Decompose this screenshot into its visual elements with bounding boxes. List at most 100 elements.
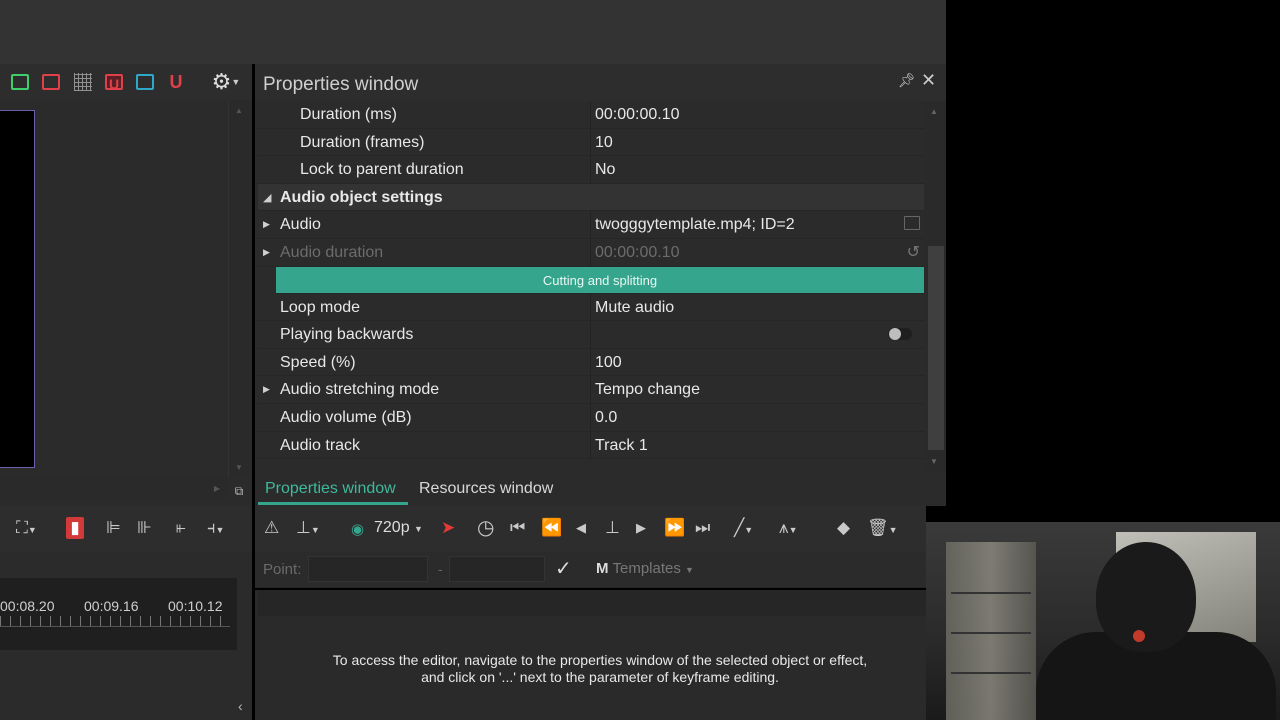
- property-label: Loop mode: [280, 298, 361, 316]
- delete-icon[interactable]: 🗑︎▼: [867, 517, 898, 541]
- snap-left-icon[interactable]: ⫦: [176, 517, 186, 539]
- rectangle-cyan-icon[interactable]: [133, 70, 157, 94]
- webcam-overlay: [926, 522, 1280, 720]
- scroll-right-icon[interactable]: ▶: [214, 484, 220, 493]
- scroll-down-icon[interactable]: ▼: [235, 463, 243, 472]
- collapse-left-icon[interactable]: ‹: [238, 698, 243, 714]
- resolution-select[interactable]: 720p ▼: [374, 519, 423, 537]
- reset-icon[interactable]: ↺: [907, 242, 920, 262]
- stamp-icon[interactable]: ⊥▼: [296, 517, 320, 541]
- property-value[interactable]: 10: [595, 134, 613, 152]
- align-left-icon[interactable]: ⊫: [106, 517, 121, 539]
- tab-resources-window[interactable]: Resources window: [419, 480, 553, 498]
- playing-backwards-toggle[interactable]: [888, 328, 912, 341]
- scroll-down-icon[interactable]: ▼: [930, 457, 938, 466]
- property-row-audio[interactable]: ▶ Audio twogggytemplate.mp4; ID=2: [258, 211, 924, 239]
- property-label: Audio volume (dB): [280, 408, 412, 426]
- tab-properties-window[interactable]: Properties window: [265, 480, 396, 498]
- property-value[interactable]: 0.0: [595, 409, 617, 427]
- razor-icon[interactable]: ▮: [66, 517, 84, 539]
- property-value[interactable]: 00:00:00.10: [595, 106, 680, 124]
- resolution-value: 720p: [374, 519, 410, 536]
- property-row-lock-to-parent[interactable]: Lock to parent duration No: [258, 156, 924, 184]
- property-label: Playing backwards: [280, 326, 414, 344]
- section-label: Audio object settings: [280, 188, 443, 206]
- eye-icon[interactable]: ◉: [351, 520, 364, 538]
- section-audio-object-settings[interactable]: ◢ Audio object settings: [258, 183, 924, 212]
- property-row-loop-mode[interactable]: Loop mode Mute audio: [258, 293, 924, 322]
- editor-hint: To access the editor, navigate to the pr…: [270, 652, 930, 686]
- property-row-audio-volume[interactable]: Audio volume (dB) 0.0: [258, 403, 924, 432]
- property-row-duration-ms[interactable]: Duration (ms) 00:00:00.10: [258, 101, 924, 129]
- preview-horizontal-scrollbar[interactable]: ▶: [0, 478, 228, 500]
- collapse-triangle-icon[interactable]: ◢: [263, 191, 271, 204]
- ruler-tick-label: 00:10.12: [168, 598, 223, 614]
- keyframe-marker-icon[interactable]: ⊥: [605, 517, 620, 539]
- property-value[interactable]: twogggytemplate.mp4; ID=2: [595, 216, 795, 234]
- property-row-audio-stretching-mode[interactable]: ▶ Audio stretching mode Tempo change: [258, 376, 924, 404]
- rectangle-red-icon[interactable]: [39, 70, 63, 94]
- property-value[interactable]: 100: [595, 354, 622, 372]
- keyframe-editor-strip: [258, 590, 926, 616]
- clock-icon[interactable]: ◷: [477, 517, 494, 539]
- rectangle-green-icon[interactable]: [8, 70, 32, 94]
- check-icon[interactable]: ✓: [555, 556, 572, 581]
- timeline-ruler[interactable]: [0, 578, 237, 650]
- top-bar: [0, 0, 946, 64]
- expand-arrow-icon[interactable]: ▶: [263, 247, 270, 258]
- expand-arrow-icon[interactable]: ▶: [263, 384, 270, 395]
- layout-tree-icon[interactable]: ⛶▼: [16, 517, 37, 541]
- property-label: Audio track: [280, 436, 361, 454]
- settings-gear-icon[interactable]: ⚙ ▼: [204, 70, 248, 94]
- ruler-baseline: [0, 626, 230, 627]
- curve-icon[interactable]: ⩚▼: [779, 517, 798, 541]
- folder-icon[interactable]: [904, 216, 920, 231]
- property-value[interactable]: Tempo change: [595, 381, 700, 399]
- popout-icon[interactable]: ⧉: [228, 480, 250, 502]
- fast-forward-icon[interactable]: ⏩: [664, 517, 685, 539]
- point-value-input[interactable]: [449, 556, 545, 582]
- property-row-playing-backwards[interactable]: Playing backwards: [258, 321, 924, 349]
- property-grid: Duration (ms) 00:00:00.10 Duration (fram…: [258, 101, 924, 460]
- templates-icon: M: [596, 560, 609, 577]
- property-value[interactable]: Track 1: [595, 437, 648, 455]
- line-draw-icon[interactable]: ╱▼: [734, 517, 753, 541]
- anchor-icon[interactable]: ⚠: [264, 517, 279, 539]
- safe-zone-red-icon[interactable]: U: [102, 70, 126, 94]
- preview-vertical-scrollbar[interactable]: ▲ ▼: [228, 100, 250, 478]
- next-frame-icon[interactable]: ▶: [636, 517, 646, 539]
- templates-dropdown[interactable]: M Templates ▼: [596, 560, 694, 577]
- skip-start-icon[interactable]: ⏮: [510, 517, 525, 539]
- property-row-speed[interactable]: Speed (%) 100: [258, 348, 924, 377]
- close-icon[interactable]: ✕: [921, 70, 936, 91]
- property-label: Audio duration: [280, 243, 384, 261]
- record-arrow-icon[interactable]: ➤: [441, 517, 455, 539]
- scroll-up-icon[interactable]: ▲: [930, 107, 938, 116]
- point-label: Point:: [263, 561, 302, 578]
- property-label: Audio stretching mode: [280, 381, 440, 399]
- point-separator: -: [438, 561, 443, 577]
- property-row-duration-frames[interactable]: Duration (frames) 10: [258, 128, 924, 157]
- property-label: Speed (%): [280, 353, 356, 371]
- cutting-and-splitting-button[interactable]: Cutting and splitting: [276, 266, 924, 294]
- align-right-icon[interactable]: ⊪: [137, 517, 152, 539]
- properties-scrollbar-thumb[interactable]: [928, 246, 944, 450]
- diamond-keyframe-icon[interactable]: ◆: [837, 517, 850, 539]
- prev-frame-icon[interactable]: ◀: [576, 517, 586, 539]
- scroll-up-icon[interactable]: ▲: [235, 106, 243, 115]
- magnet-red-icon[interactable]: U: [164, 70, 188, 94]
- ruler-ticks: [0, 616, 230, 626]
- video-preview: [0, 110, 35, 468]
- ruler-tick-label: 00:08.20: [0, 598, 55, 614]
- point-time-input[interactable]: [308, 556, 428, 582]
- property-row-audio-track[interactable]: Audio track Track 1: [258, 431, 924, 460]
- expand-arrow-icon[interactable]: ▶: [263, 219, 270, 230]
- skip-end-icon[interactable]: ⏭: [695, 517, 710, 539]
- property-label: Lock to parent duration: [300, 161, 464, 179]
- property-value[interactable]: No: [595, 161, 615, 179]
- rewind-icon[interactable]: ⏪: [541, 517, 562, 539]
- property-value[interactable]: Mute audio: [595, 299, 674, 317]
- pin-icon[interactable]: 📌︎: [898, 72, 916, 89]
- snap-right-icon[interactable]: ⫞▼: [207, 517, 224, 541]
- grid-icon[interactable]: [71, 70, 95, 94]
